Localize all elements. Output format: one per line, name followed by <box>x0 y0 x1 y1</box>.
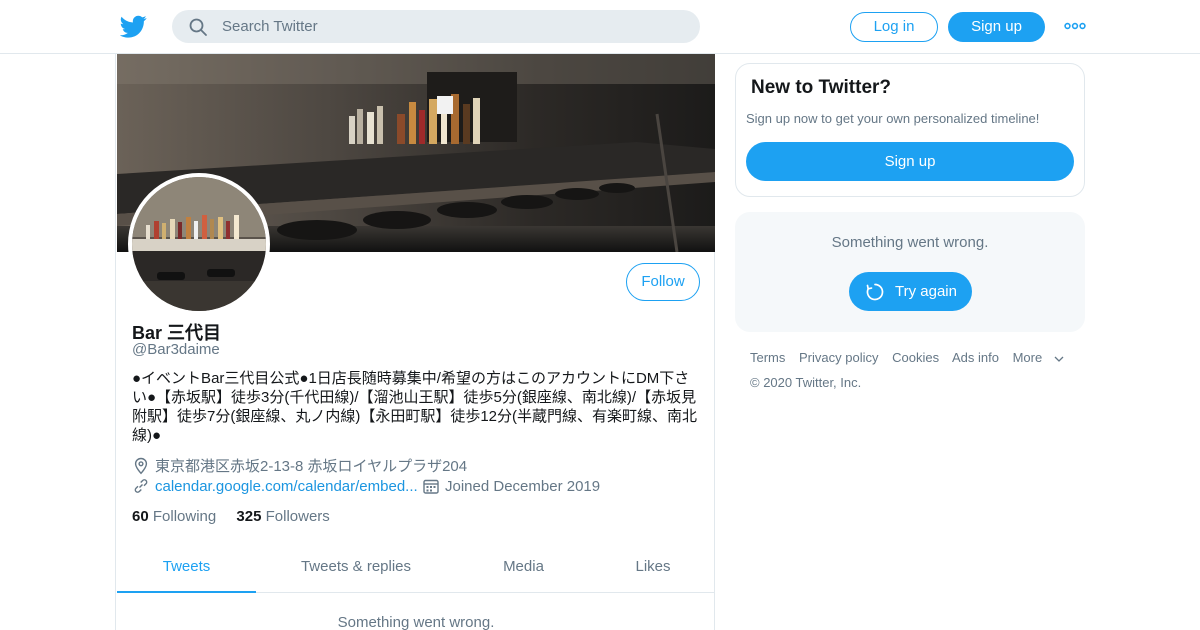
follow-button[interactable]: Follow <box>626 263 700 301</box>
footer-link-ads-info[interactable]: Ads info <box>952 350 999 365</box>
tab-media[interactable]: Media <box>456 544 591 593</box>
tab-tweets[interactable]: Tweets <box>117 544 256 593</box>
footer-link-terms[interactable]: Terms <box>750 350 785 365</box>
followers-count: 325 <box>236 508 262 525</box>
following-stat[interactable]: 60 Following <box>132 508 216 525</box>
profile-website-link[interactable]: calendar.google.com/calendar/embed... <box>155 478 418 495</box>
log-in-button[interactable]: Log in <box>850 12 938 42</box>
profile-website: calendar.google.com/calendar/embed... <box>132 477 418 497</box>
search-box[interactable] <box>172 10 700 43</box>
sidebar-error-card: Something went wrong. Try again <box>735 212 1085 332</box>
chevron-down-icon <box>1054 356 1064 362</box>
try-again-label: Try again <box>895 283 957 300</box>
sign-up-button[interactable]: Sign up <box>948 12 1045 42</box>
profile-handle: @Bar3daime <box>132 341 220 358</box>
copyright-text: © 2020 Twitter, Inc. <box>750 375 862 390</box>
calendar-icon <box>423 479 439 494</box>
footer-more-label: More <box>1012 350 1043 365</box>
location-pin-icon <box>134 457 148 475</box>
new-to-twitter-subtitle: Sign up now to get your own personalized… <box>746 111 1040 126</box>
sidebar-sign-up-button[interactable]: Sign up <box>746 142 1074 181</box>
followers-label: Followers <box>265 508 330 525</box>
profile-stats: 60 Following 325 Followers <box>132 508 346 525</box>
profile-bio: ●イベントBar三代目公式●1日店長随時募集中/希望の方はこのアカウントにDM下… <box>132 370 698 444</box>
following-count: 60 <box>132 508 149 525</box>
profile-column: Follow Bar 三代目 @Bar3daime ●イベントBar三代目公式●… <box>115 54 715 630</box>
profile-location-text: 東京都港区赤坂2-13-8 赤坂ロイヤルプラザ204 <box>155 458 468 475</box>
more-dots-icon[interactable] <box>1064 20 1086 32</box>
try-again-button[interactable]: Try again <box>849 272 972 311</box>
sidebar-error-message: Something went wrong. <box>831 234 989 251</box>
footer-link-cookies[interactable]: Cookies <box>892 350 939 365</box>
followers-stat[interactable]: 325 Followers <box>236 508 329 525</box>
profile-avatar[interactable] <box>128 173 270 315</box>
new-to-twitter-title: New to Twitter? <box>751 77 892 98</box>
new-to-twitter-card: New to Twitter? Sign up now to get your … <box>735 63 1085 197</box>
link-icon <box>134 479 148 493</box>
search-icon <box>189 18 207 36</box>
tab-tweets-and-replies[interactable]: Tweets & replies <box>256 544 456 593</box>
search-input[interactable] <box>222 10 682 43</box>
timeline-error-message: Something went wrong. <box>337 614 495 630</box>
refresh-icon <box>866 283 884 301</box>
following-label: Following <box>152 508 217 525</box>
footer-link-privacy[interactable]: Privacy policy <box>799 350 878 365</box>
footer-link-more[interactable]: More <box>1013 350 1065 365</box>
tab-likes[interactable]: Likes <box>591 544 715 593</box>
footer-links: Terms Privacy policy Cookies Ads info Mo… <box>750 350 1074 365</box>
profile-tabs: Tweets Tweets & replies Media Likes <box>117 544 715 593</box>
profile-joined-text: Joined December 2019 <box>445 478 601 495</box>
twitter-bird-icon[interactable] <box>120 13 147 40</box>
profile-location: 東京都港区赤坂2-13-8 赤坂ロイヤルプラザ204 <box>132 455 467 475</box>
top-navigation-bar: Log in Sign up <box>0 0 1200 54</box>
profile-joined: Joined December 2019 <box>422 477 600 495</box>
